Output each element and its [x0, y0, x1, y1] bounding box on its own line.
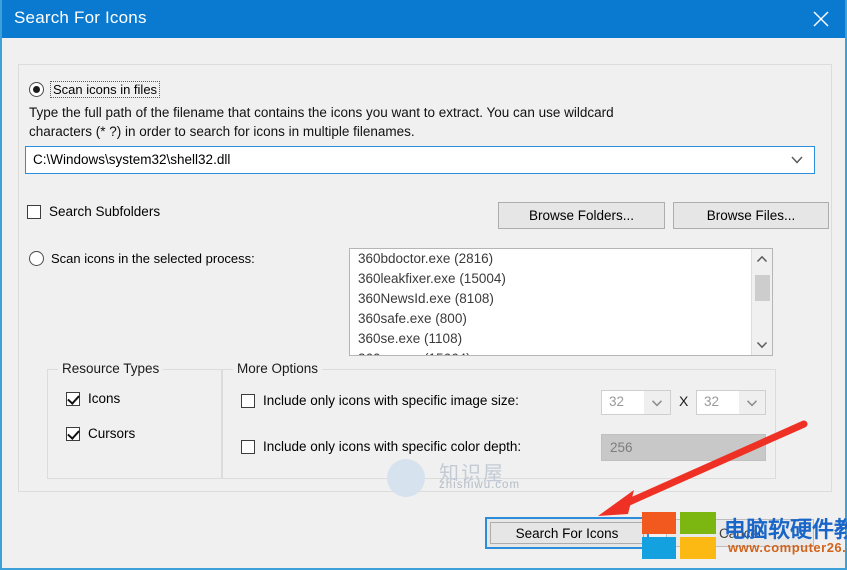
cancel-label: Cancel	[718, 525, 762, 541]
browse-files-label: Browse Files...	[706, 208, 796, 223]
more-options-group: More Options Include only icons with spe…	[222, 361, 776, 479]
checkbox-label-image-size: Include only icons with specific image s…	[263, 393, 519, 408]
checkbox-icons[interactable]: Icons	[66, 392, 120, 406]
browse-files-button[interactable]: Browse Files...	[673, 202, 829, 229]
list-item[interactable]: 360se.exe (15664)	[350, 349, 772, 355]
image-height-dropdown[interactable]: 32	[696, 390, 766, 415]
chevron-down-icon[interactable]	[739, 391, 765, 414]
description-line-1: Type the full path of the filename that …	[29, 105, 614, 120]
main-options-group: Scan icons in files Type the full path o…	[18, 64, 832, 492]
search-for-icons-button[interactable]: Search For Icons	[485, 517, 649, 549]
chevron-up-icon[interactable]	[752, 249, 772, 269]
checkbox-indicator-color-depth	[241, 440, 255, 454]
close-button[interactable]	[797, 0, 845, 38]
radio-label-scan-files: Scan icons in files	[50, 81, 161, 98]
dialog-window: Search For Icons Scan icons in files Typ…	[0, 0, 847, 570]
chevron-down-icon[interactable]	[752, 335, 772, 355]
chevron-down-icon[interactable]	[644, 391, 670, 414]
radio-scan-files[interactable]: Scan icons in files	[29, 81, 161, 98]
checkbox-label-icons: Icons	[88, 391, 121, 406]
process-listbox[interactable]: 360bdoctor.exe (2816) 360leakfixer.exe (…	[349, 248, 773, 356]
list-item[interactable]: 360se.exe (1108)	[350, 329, 772, 349]
color-depth-value: 256	[610, 440, 633, 455]
path-combobox[interactable]: C:\Windows\system32\shell32.dll	[25, 146, 815, 174]
checkbox-indicator-search-subfolders	[27, 205, 41, 219]
radio-indicator-scan-files	[29, 82, 44, 97]
resource-types-title: Resource Types	[58, 361, 164, 376]
scan-files-description: Type the full path of the filename that …	[29, 103, 819, 141]
checkbox-cursors[interactable]: Cursors	[66, 427, 135, 441]
checkbox-label-search-subfolders: Search Subfolders	[49, 204, 161, 219]
more-options-title: More Options	[233, 361, 323, 376]
list-item[interactable]: 360leakfixer.exe (15004)	[350, 269, 772, 289]
color-depth-field[interactable]: 256	[601, 434, 766, 461]
checkbox-image-size[interactable]: Include only icons with specific image s…	[241, 394, 519, 408]
chevron-down-icon[interactable]	[786, 147, 808, 173]
cancel-button[interactable]: Cancel	[666, 519, 814, 547]
checkbox-indicator-icons	[66, 392, 80, 406]
window-title: Search For Icons	[14, 8, 147, 27]
checkbox-color-depth[interactable]: Include only icons with specific color d…	[241, 440, 521, 454]
size-separator: X	[679, 393, 689, 409]
resource-types-group: Resource Types Icons Cursors	[47, 361, 222, 479]
radio-label-scan-process: Scan icons in the selected process:	[51, 251, 255, 266]
search-for-icons-label: Search For Icons	[515, 525, 619, 541]
list-item[interactable]: 360NewsId.exe (8108)	[350, 289, 772, 309]
scrollbar-thumb[interactable]	[755, 275, 770, 301]
description-line-2: characters (* ?) in order to search for …	[29, 124, 415, 139]
checkbox-indicator-cursors	[66, 427, 80, 441]
close-icon	[812, 10, 830, 28]
path-value: C:\Windows\system32\shell32.dll	[33, 152, 231, 167]
image-width-dropdown[interactable]: 32	[601, 390, 671, 415]
radio-scan-process[interactable]: Scan icons in the selected process:	[29, 251, 255, 266]
list-item[interactable]: 360safe.exe (800)	[350, 309, 772, 329]
title-bar: Search For Icons	[2, 0, 845, 38]
radio-indicator-scan-process	[29, 251, 44, 266]
image-height-value: 32	[704, 394, 720, 409]
checkbox-label-cursors: Cursors	[88, 426, 136, 441]
search-for-icons-button-face[interactable]: Search For Icons	[490, 522, 644, 544]
browse-folders-button[interactable]: Browse Folders...	[498, 202, 665, 229]
browse-folders-label: Browse Folders...	[528, 208, 635, 223]
checkbox-search-subfolders[interactable]: Search Subfolders	[27, 205, 160, 219]
list-item[interactable]: 360bdoctor.exe (2816)	[350, 249, 772, 269]
checkbox-label-color-depth: Include only icons with specific color d…	[263, 439, 522, 454]
image-width-value: 32	[609, 394, 625, 409]
checkbox-indicator-image-size	[241, 394, 255, 408]
process-list-scrollbar[interactable]	[751, 249, 772, 355]
